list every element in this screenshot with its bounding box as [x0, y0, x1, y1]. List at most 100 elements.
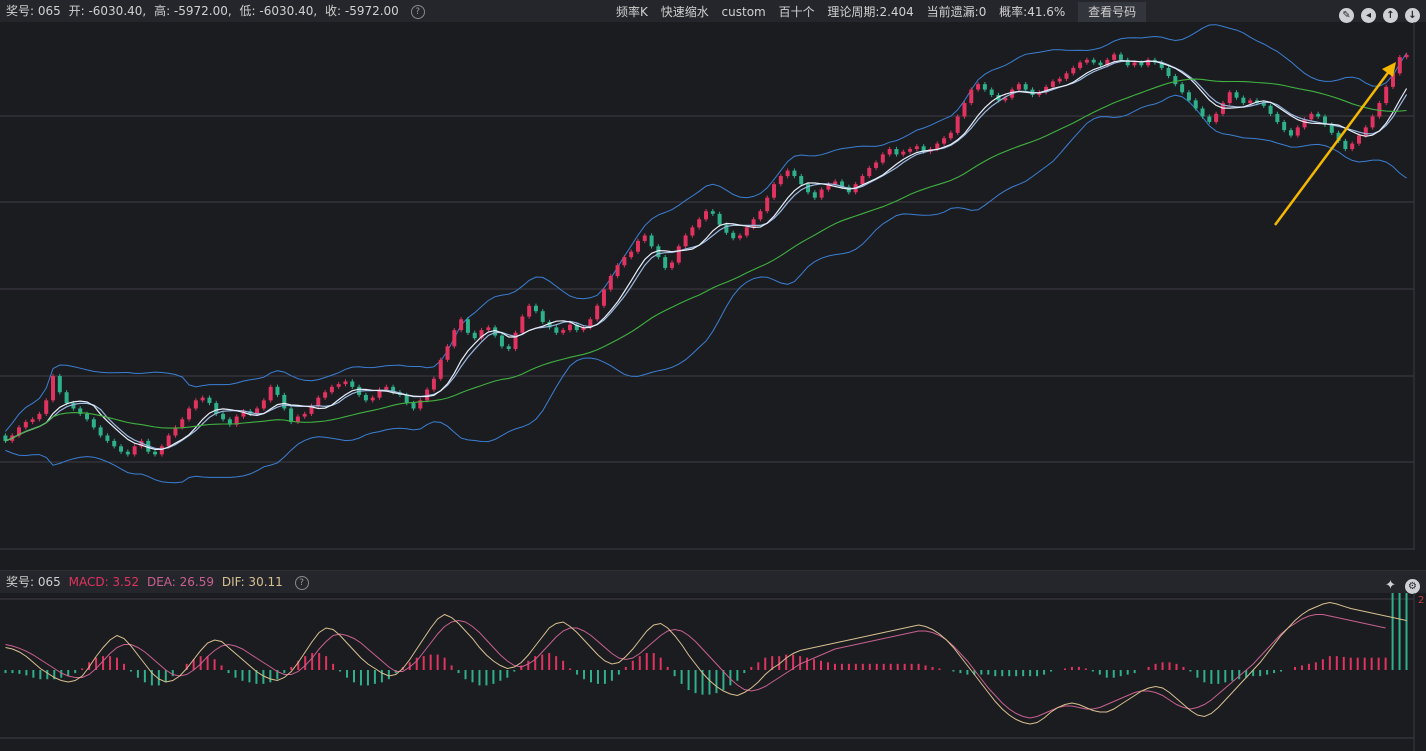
macd-chart[interactable]: 2: [0, 593, 1426, 751]
candle-body: [540, 311, 545, 322]
candle-body: [363, 394, 368, 401]
ma-short-blue: [5, 60, 1408, 450]
candle-body: [533, 305, 538, 312]
candle-body: [350, 381, 355, 387]
candle-body: [935, 143, 940, 150]
candle-body: [914, 146, 919, 150]
candle-body: [472, 332, 477, 339]
candle-body: [601, 289, 606, 306]
candle-body: [37, 413, 42, 420]
macd-value: MACD: 3.52: [68, 575, 140, 589]
candle-body: [323, 392, 328, 398]
candle-body: [520, 316, 525, 333]
close-value: 收: -5972.00: [325, 4, 399, 18]
candle-body: [499, 335, 504, 347]
candle-body: [649, 235, 654, 247]
candle-body: [193, 400, 198, 409]
candle-body: [792, 170, 797, 177]
candle-body: [860, 176, 865, 185]
arrow-up-icon[interactable]: ↑: [1383, 8, 1398, 23]
candle-body: [1384, 86, 1389, 104]
macd-axis-tick: 2: [1418, 595, 1424, 606]
back-icon[interactable]: ◂: [1361, 8, 1376, 23]
candle-body: [1139, 62, 1144, 66]
candle-body: [1193, 100, 1198, 109]
candle-body: [901, 151, 906, 155]
candle-body: [942, 138, 947, 144]
pin-icon[interactable]: ✦: [1383, 578, 1398, 593]
candle-body: [615, 265, 620, 277]
candle-body: [1023, 84, 1028, 90]
candle-body: [867, 167, 872, 177]
candle-body: [119, 446, 124, 452]
candle-body: [1309, 113, 1314, 120]
candle-body: [608, 276, 613, 290]
macd-help-icon[interactable]: ?: [294, 575, 309, 590]
view-numbers-button[interactable]: 查看号码: [1078, 2, 1147, 22]
candle-body: [445, 346, 450, 360]
candle-body: [105, 435, 110, 441]
candle-body: [887, 149, 892, 155]
candle-body: [738, 235, 743, 239]
candle-body: [989, 89, 994, 95]
candle-body: [561, 330, 566, 333]
candlestick-chart[interactable]: [0, 22, 1426, 552]
candle-body: [452, 330, 457, 347]
candle-body: [384, 386, 389, 390]
macd-info-bar: 奖号: 065 MACD: 3.52 DEA: 26.59 DIF: 30.11…: [0, 570, 1426, 594]
candle-body: [1173, 76, 1178, 85]
candle-body: [1227, 92, 1232, 104]
candle-body: [295, 416, 300, 422]
candle-body: [1064, 73, 1069, 79]
candle-body: [1261, 103, 1266, 106]
edit-icon[interactable]: ✎: [1339, 8, 1354, 23]
candle-body: [1275, 113, 1280, 122]
candle-body: [1302, 119, 1307, 128]
probability-label: 概率:41.6%: [999, 5, 1066, 19]
candle-body: [595, 305, 600, 320]
settings-icon[interactable]: ⚙: [1405, 579, 1420, 594]
prize-label: 奖号: 065: [6, 4, 61, 18]
candle-body: [1186, 92, 1191, 101]
zoom-label[interactable]: 快速缩水: [661, 1, 709, 23]
candle-body: [23, 421, 28, 428]
dif-value: DIF: 30.11: [221, 575, 283, 589]
candle-body: [778, 176, 783, 185]
ma-short-white: [5, 59, 1408, 450]
candle-body: [527, 305, 532, 317]
mode-label[interactable]: 频率K: [616, 1, 648, 23]
candle-body: [1180, 84, 1185, 93]
custom-label[interactable]: custom: [722, 1, 766, 23]
candle-body: [1091, 59, 1096, 63]
candle-body: [132, 446, 137, 455]
candle-body: [717, 213, 722, 225]
candle-body: [64, 392, 69, 404]
candle-body: [411, 403, 416, 409]
candle-body: [85, 413, 90, 420]
candle-body: [459, 319, 464, 331]
candle-body: [404, 394, 409, 404]
candle-body: [200, 397, 205, 401]
candle-body: [567, 324, 572, 331]
candle-body: [1295, 127, 1300, 136]
candle-body: [1282, 121, 1287, 131]
help-icon[interactable]: ?: [410, 4, 425, 19]
candle-body: [1118, 54, 1123, 60]
candle-body: [1071, 67, 1076, 74]
candle-body: [91, 419, 96, 428]
candle-body: [1343, 140, 1348, 150]
candle-body: [704, 211, 708, 220]
dif-line: [5, 601, 1407, 725]
candle-body: [819, 189, 824, 198]
candle-body: [1016, 84, 1021, 90]
candle-body: [336, 384, 341, 387]
candle-body: [874, 162, 879, 168]
candle-body: [1356, 135, 1361, 144]
candle-body: [1329, 124, 1334, 133]
arrow-down-icon[interactable]: ↓: [1405, 8, 1420, 23]
missing-label: 当前遗漏:0: [926, 5, 987, 19]
digits-label[interactable]: 百十个: [779, 1, 815, 23]
candle-body: [302, 413, 307, 417]
candle-body: [812, 192, 817, 198]
candle-body: [1316, 113, 1321, 117]
